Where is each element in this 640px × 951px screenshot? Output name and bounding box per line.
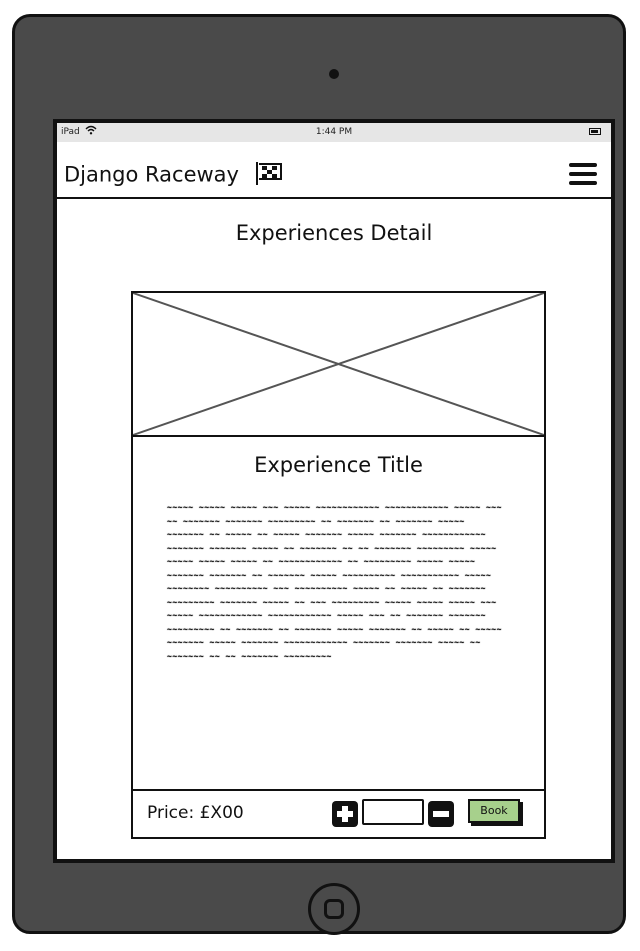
brand-link[interactable]: Django Raceway <box>64 160 284 191</box>
battery-icon <box>589 128 601 135</box>
plus-icon[interactable] <box>332 801 358 827</box>
brand-name: Django Raceway <box>64 162 239 187</box>
price-label: Price: £X00 <box>147 803 244 823</box>
checkered-flag-icon <box>254 160 284 191</box>
book-button[interactable]: Book <box>468 799 520 823</box>
experience-title: Experience Title <box>254 453 423 477</box>
minus-icon[interactable] <box>428 801 454 827</box>
home-button-icon <box>324 899 344 919</box>
home-button[interactable] <box>308 883 360 935</box>
status-time: 1:44 PM <box>315 127 353 137</box>
image-placeholder <box>133 293 544 437</box>
camera-dot <box>329 69 339 79</box>
card-footer: Price: £X00 Book <box>133 789 544 837</box>
experience-description: ~~~~~ ~~~~~ ~~~~~ ~~~ ~~~~~ ~~~~~~~~~~~~… <box>167 503 502 661</box>
page-title: Experiences Detail <box>235 221 433 245</box>
navbar: Django Raceway <box>57 142 611 199</box>
hamburger-menu-icon[interactable] <box>569 163 597 185</box>
screen: iPad 1:44 PM Django Raceway Experiences … <box>53 119 615 863</box>
quantity-input[interactable] <box>362 799 424 825</box>
tablet-frame: iPad 1:44 PM Django Raceway Experiences … <box>12 14 626 935</box>
status-bar: iPad 1:44 PM <box>57 123 611 142</box>
experience-card: Experience Title ~~~~~ ~~~~~ ~~~~~ ~~~ ~… <box>131 291 546 839</box>
